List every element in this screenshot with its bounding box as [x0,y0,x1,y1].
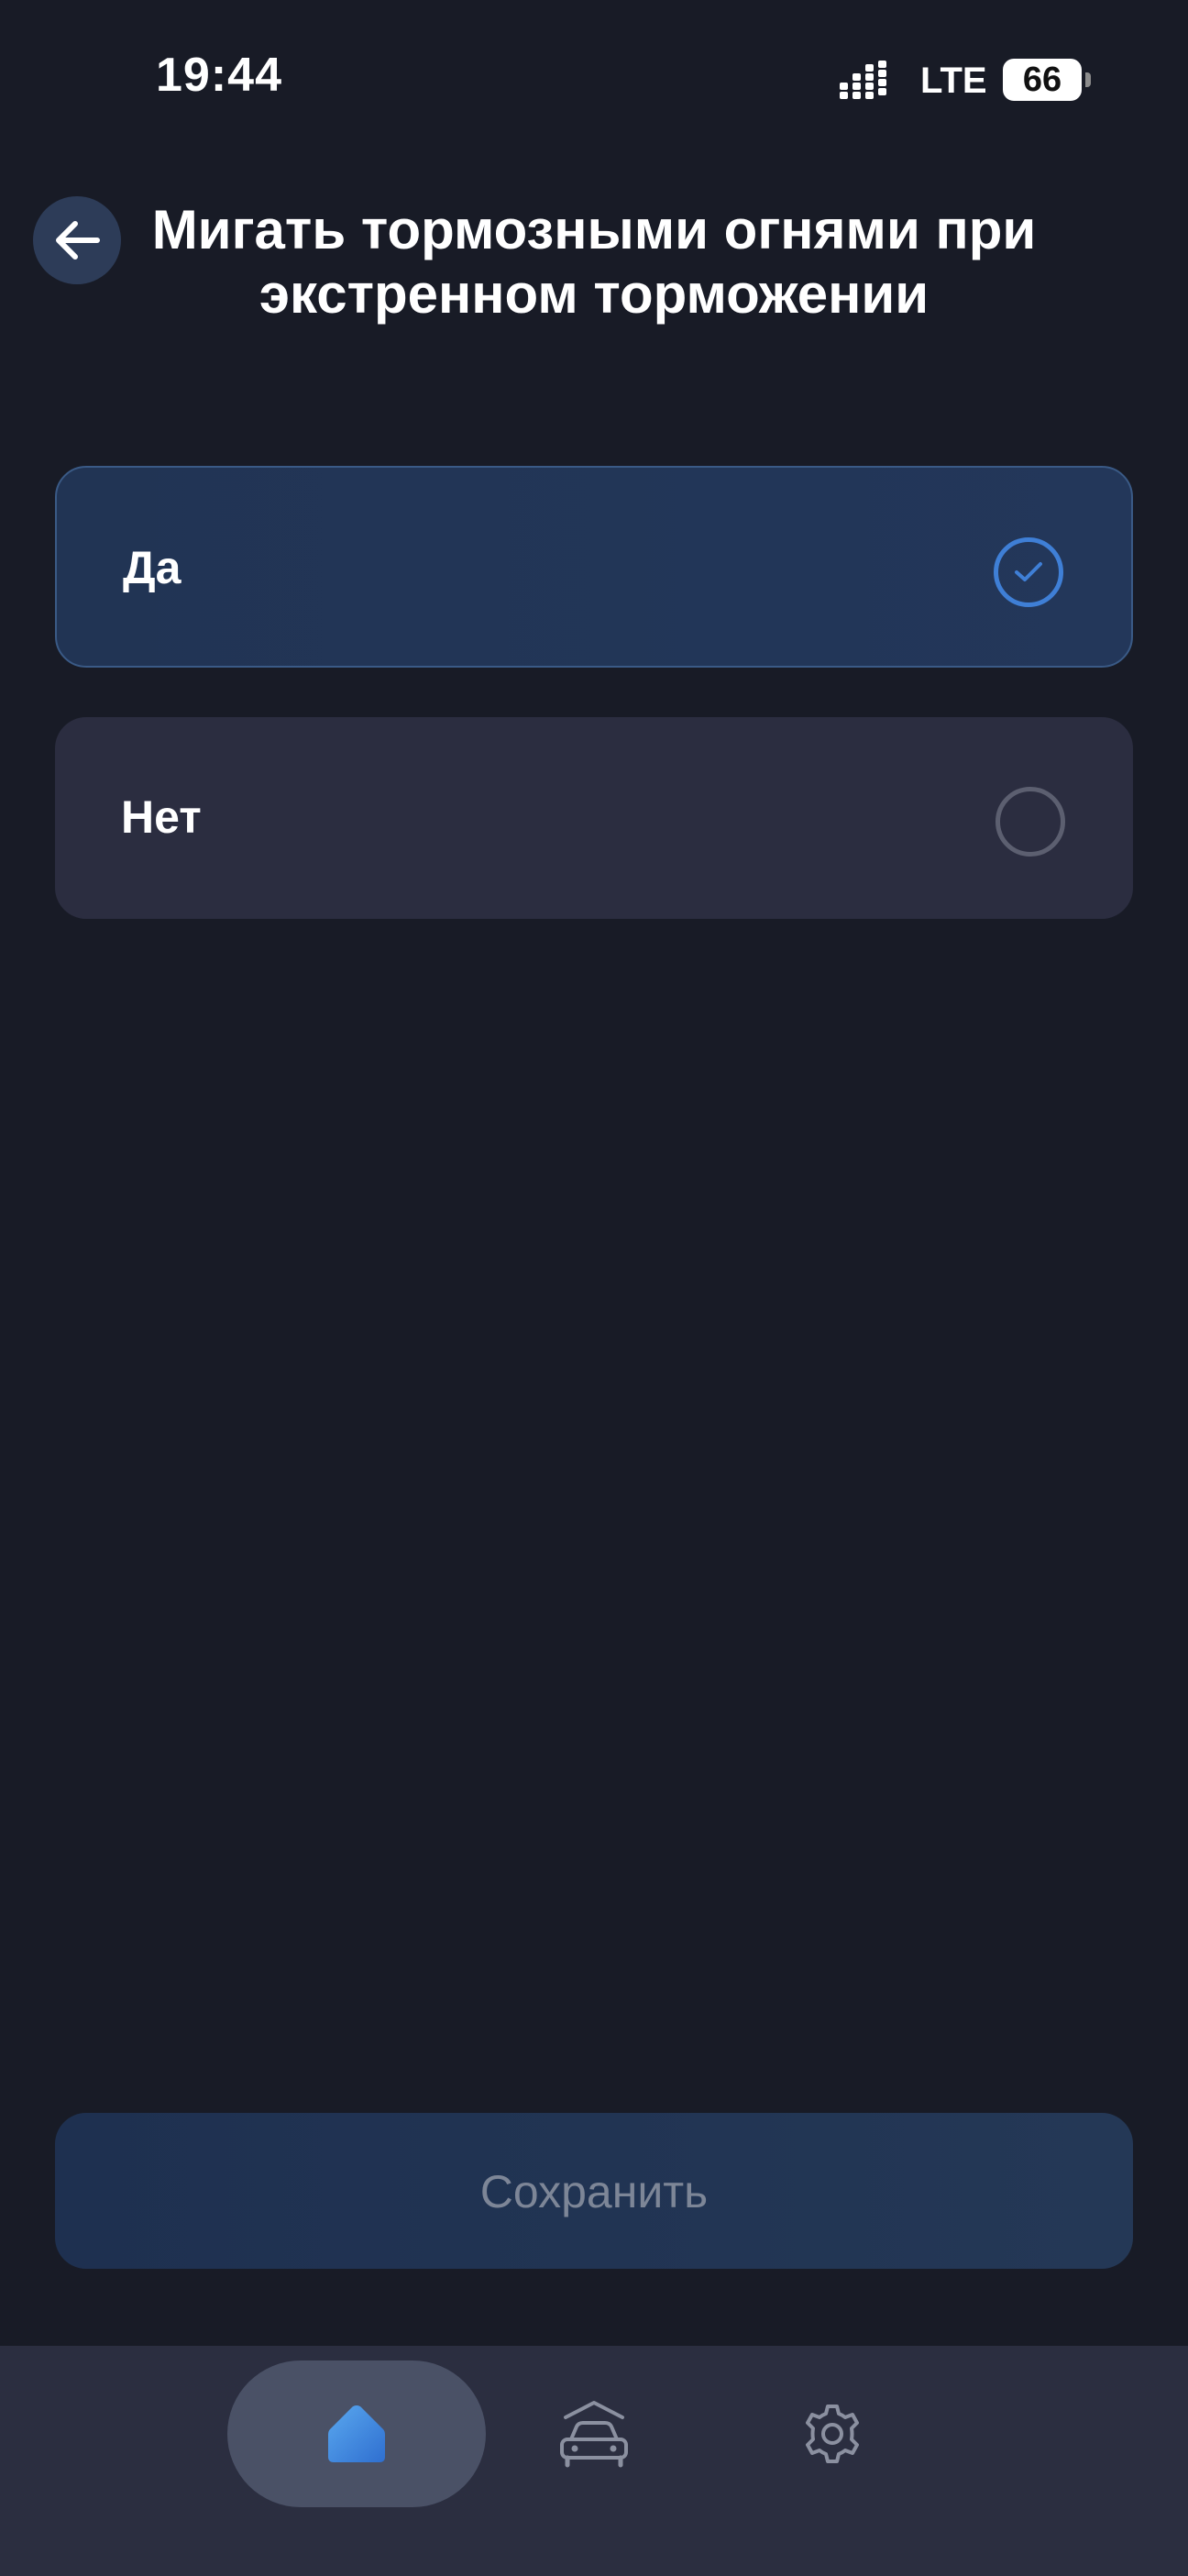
option-no[interactable]: Нет [55,717,1133,919]
nav-settings[interactable] [792,2394,873,2474]
page-title: Мигать тормозными огнями при экстренном … [151,199,1037,325]
radio-unchecked[interactable] [996,787,1065,857]
status-bar: 19:44 LTE 66 [0,0,1188,165]
option-label: Да [123,542,182,593]
battery-indicator: 66 [1003,59,1091,101]
back-button[interactable] [33,196,121,284]
network-label: LTE [920,61,987,101]
arrow-left-icon [56,221,100,260]
check-icon [1015,562,1042,581]
bottom-nav [0,2346,1188,2576]
car-icon [560,2401,628,2468]
nav-home[interactable] [227,2360,486,2507]
nav-car[interactable] [550,2392,638,2476]
home-icon [328,2405,385,2462]
radio-checked[interactable] [994,537,1063,607]
option-yes[interactable]: Да [55,466,1133,668]
gear-icon [806,2405,859,2463]
status-time: 19:44 [156,49,282,102]
option-label: Нет [121,791,202,843]
save-button[interactable]: Сохранить [55,2113,1133,2269]
signal-icon [840,61,886,99]
